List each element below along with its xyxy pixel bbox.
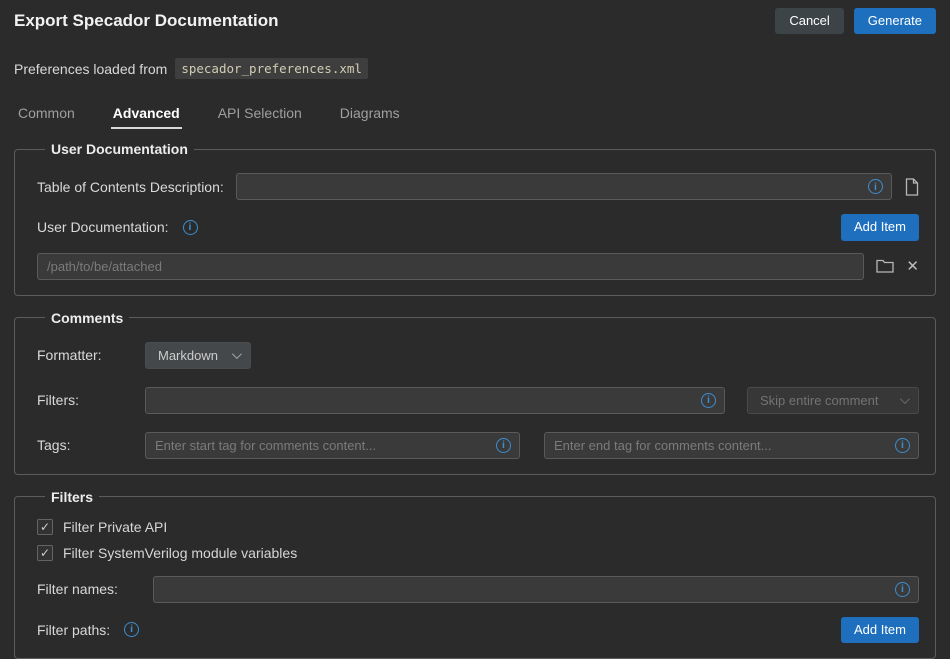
info-icon[interactable]: i <box>124 622 139 637</box>
comment-filter-mode-select: Skip entire comment <box>747 387 919 414</box>
filter-paths-label: Filter paths: <box>37 622 110 638</box>
add-item-button[interactable]: Add Item <box>841 214 919 240</box>
user-documentation-section: User Documentation Table of Contents Des… <box>14 141 936 295</box>
tags-label: Tags: <box>37 437 133 453</box>
filter-names-input[interactable] <box>153 576 919 603</box>
filter-sv-module-vars-label: Filter SystemVerilog module variables <box>63 545 297 561</box>
tab-advanced[interactable]: Advanced <box>111 105 182 129</box>
filter-private-api-checkbox[interactable]: ✓ <box>37 519 53 535</box>
preferences-line: Preferences loaded from specador_prefere… <box>14 58 936 79</box>
user-documentation-row: User Documentation: i Add Item <box>37 214 919 240</box>
toc-description-input[interactable] <box>236 173 892 200</box>
attachment-path-input[interactable] <box>37 253 864 280</box>
toc-description-row: Table of Contents Description: i <box>37 173 919 200</box>
attachment-path-input-wrap <box>37 253 864 280</box>
formatter-select[interactable]: Markdown <box>145 342 251 369</box>
info-icon[interactable]: i <box>496 438 511 453</box>
filter-private-api-label: Filter Private API <box>63 519 167 535</box>
tab-diagrams[interactable]: Diagrams <box>338 105 402 129</box>
remove-item-icon[interactable]: ✕ <box>906 259 919 274</box>
start-tag-input-wrap: i <box>145 432 520 459</box>
tab-common[interactable]: Common <box>16 105 77 129</box>
filter-sv-module-vars-checkbox[interactable]: ✓ <box>37 545 53 561</box>
filter-names-label: Filter names: <box>37 581 141 597</box>
formatter-row: Formatter: Markdown <box>37 342 919 369</box>
preferences-file-chip: specador_preferences.xml <box>175 58 368 79</box>
export-dialog: Export Specador Documentation Cancel Gen… <box>0 0 950 659</box>
comment-filters-input[interactable] <box>145 387 725 414</box>
chevron-down-icon <box>232 349 242 359</box>
end-tag-input-wrap: i <box>544 432 919 459</box>
comment-filter-mode-value: Skip entire comment <box>760 393 879 408</box>
preferences-text: Preferences loaded from <box>14 61 167 77</box>
comment-filters-label: Filters: <box>37 392 133 408</box>
cancel-button[interactable]: Cancel <box>775 8 843 34</box>
comment-filters-input-wrap: i <box>145 387 725 414</box>
tags-row: Tags: i i <box>37 432 919 459</box>
header-buttons: Cancel Generate <box>775 8 936 34</box>
toc-description-label: Table of Contents Description: <box>37 179 224 195</box>
generate-button[interactable]: Generate <box>854 8 936 34</box>
page-title: Export Specador Documentation <box>14 11 278 31</box>
filter-sv-module-vars-row: ✓ Filter SystemVerilog module variables <box>37 545 919 561</box>
tab-bar: Common Advanced API Selection Diagrams <box>16 105 936 129</box>
end-tag-input[interactable] <box>544 432 919 459</box>
toc-description-input-wrap: i <box>236 173 892 200</box>
attachment-path-row: ✕ <box>37 253 919 280</box>
info-icon[interactable]: i <box>895 582 910 597</box>
document-icon[interactable] <box>904 178 919 196</box>
chevron-down-icon <box>900 394 910 404</box>
user-documentation-label: User Documentation: <box>37 219 169 235</box>
info-icon[interactable]: i <box>895 438 910 453</box>
comments-legend: Comments <box>45 310 129 326</box>
filters-legend: Filters <box>45 489 99 505</box>
dialog-header: Export Specador Documentation Cancel Gen… <box>14 8 936 34</box>
comments-section: Comments Formatter: Markdown Filters: i … <box>14 310 936 475</box>
info-icon[interactable]: i <box>701 393 716 408</box>
user-documentation-legend: User Documentation <box>45 141 194 157</box>
formatter-label: Formatter: <box>37 347 133 363</box>
filter-private-api-row: ✓ Filter Private API <box>37 519 919 535</box>
folder-icon[interactable] <box>876 259 894 273</box>
formatter-selected-value: Markdown <box>158 348 218 363</box>
filter-names-input-wrap: i <box>153 576 919 603</box>
tab-api-selection[interactable]: API Selection <box>216 105 304 129</box>
start-tag-input[interactable] <box>145 432 520 459</box>
filters-section: Filters ✓ Filter Private API ✓ Filter Sy… <box>14 489 936 659</box>
comment-filters-row: Filters: i Skip entire comment <box>37 387 919 414</box>
info-icon[interactable]: i <box>183 220 198 235</box>
filter-names-row: Filter names: i <box>37 576 919 603</box>
